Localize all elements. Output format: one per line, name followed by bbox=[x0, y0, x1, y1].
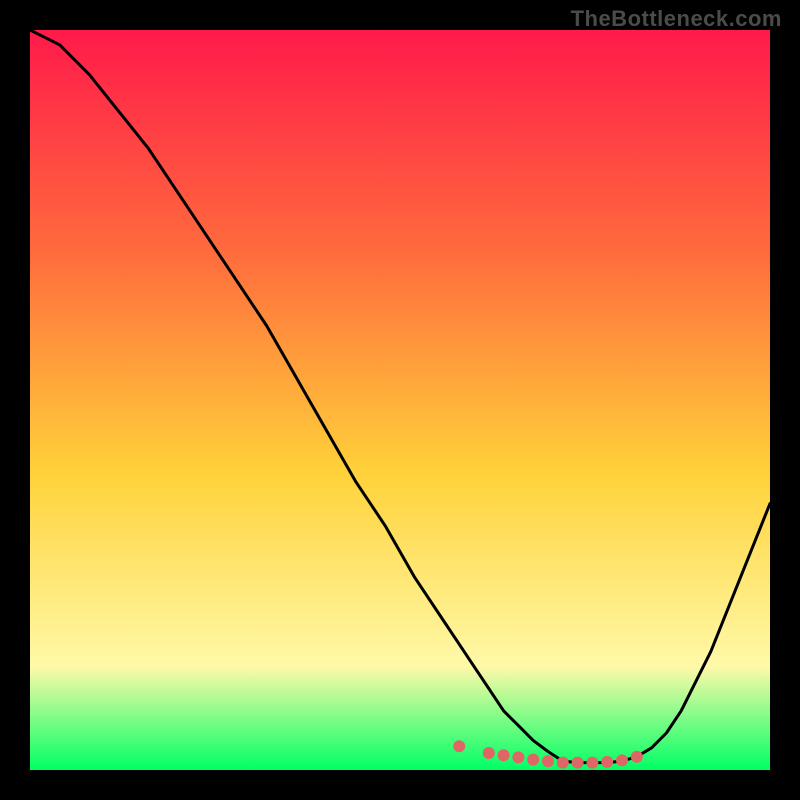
chart-svg bbox=[30, 30, 770, 770]
optimum-dot bbox=[631, 751, 643, 763]
optimum-dot bbox=[512, 751, 524, 763]
optimum-dot bbox=[453, 740, 465, 752]
plot-area bbox=[30, 30, 770, 770]
optimum-dot bbox=[572, 757, 584, 769]
optimum-dot bbox=[586, 757, 598, 769]
watermark-text: TheBottleneck.com bbox=[571, 6, 782, 32]
optimum-dot bbox=[483, 747, 495, 759]
optimum-dot bbox=[527, 754, 539, 766]
optimum-dot bbox=[542, 755, 554, 767]
optimum-dot bbox=[498, 749, 510, 761]
chart-frame: TheBottleneck.com bbox=[0, 0, 800, 800]
optimum-dot bbox=[557, 757, 569, 769]
optimum-dot bbox=[616, 754, 628, 766]
optimum-dot bbox=[601, 756, 613, 768]
